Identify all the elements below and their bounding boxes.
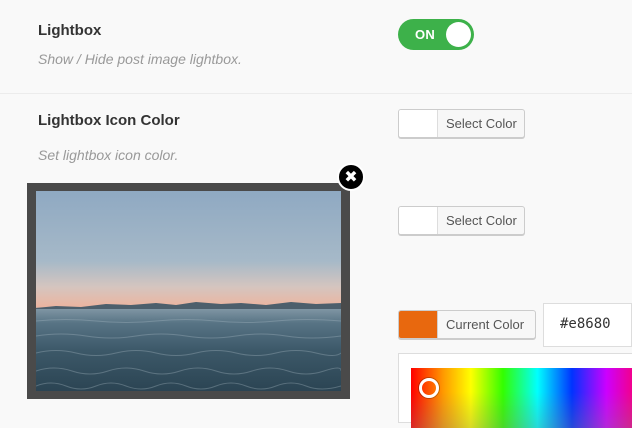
hex-color-input[interactable]: #e8680	[543, 303, 632, 347]
current-color-button[interactable]: Current Color	[398, 310, 536, 339]
select-color-label: Select Color	[446, 116, 517, 131]
select-color-label: Select Color	[446, 213, 517, 228]
color-swatch	[399, 207, 438, 234]
lightbox-overlay	[27, 183, 350, 399]
lightbox-icon-color-title: Lightbox Icon Color	[38, 112, 180, 129]
sea-landscape-image	[36, 302, 341, 390]
spectrum-handle[interactable]	[419, 378, 439, 398]
color-swatch	[399, 110, 438, 137]
lightbox-icon-color-description: Set lightbox icon color.	[38, 147, 179, 163]
select-color-button-2[interactable]: Select Color	[398, 206, 525, 235]
current-color-swatch	[399, 311, 438, 338]
color-spectrum[interactable]	[411, 368, 632, 428]
close-icon[interactable]: ✖	[337, 163, 365, 191]
row-separator	[0, 93, 632, 94]
toggle-knob	[446, 22, 471, 47]
lightbox-setting-description: Show / Hide post image lightbox.	[38, 51, 242, 67]
toggle-label: ON	[415, 27, 436, 42]
color-picker-panel	[398, 353, 632, 428]
lightbox-setting-title: Lightbox	[38, 22, 102, 39]
current-color-label: Current Color	[446, 317, 525, 332]
select-color-button[interactable]: Select Color	[398, 109, 525, 138]
lightbox-toggle[interactable]: ON	[398, 19, 474, 50]
lightbox-image	[36, 191, 341, 391]
